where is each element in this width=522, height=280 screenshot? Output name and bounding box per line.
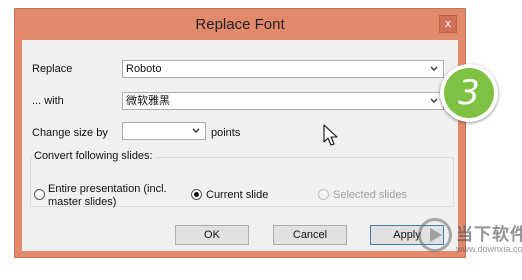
screenshot-stage: Replace Font x Replace Roboto ... with 微… xyxy=(0,0,522,280)
with-font-value: 微软雅黑 xyxy=(126,95,170,107)
replace-font-dialog: Replace Font x Replace Roboto ... with 微… xyxy=(14,8,466,258)
entire-presentation-label-line2: master slides) xyxy=(48,196,117,208)
change-size-label: Change size by xyxy=(32,127,108,139)
step-number: 3 xyxy=(444,68,494,118)
chevron-down-icon xyxy=(430,66,438,71)
entire-presentation-radio[interactable] xyxy=(34,189,45,200)
selected-slides-label: Selected slides xyxy=(333,189,407,201)
replace-font-select[interactable]: Roboto xyxy=(122,60,444,78)
selected-slides-radio[interactable] xyxy=(318,189,329,200)
watermark-url: www.downxia.com xyxy=(456,244,522,254)
site-watermark: 当下软件园 www.downxia.com xyxy=(418,214,522,264)
points-label: points xyxy=(211,127,241,139)
play-circle-icon xyxy=(418,218,452,252)
close-icon: x xyxy=(444,17,452,30)
chevron-down-icon xyxy=(430,98,438,103)
watermark-text: 当下软件园 xyxy=(456,225,522,244)
mouse-pointer-icon xyxy=(323,124,338,146)
current-slide-radio[interactable] xyxy=(191,189,202,200)
chevron-down-icon xyxy=(192,128,200,133)
cancel-button[interactable]: Cancel xyxy=(273,225,347,245)
size-change-select[interactable] xyxy=(122,122,206,140)
ok-button[interactable]: OK xyxy=(175,225,249,245)
replace-font-value: Roboto xyxy=(126,63,162,75)
close-button[interactable]: x xyxy=(439,15,457,33)
with-font-select[interactable]: 微软雅黑 xyxy=(122,92,444,110)
dialog-title: Replace Font xyxy=(195,16,285,33)
with-label: ... with xyxy=(32,95,64,107)
step-number-badge: 3 xyxy=(440,64,498,122)
entire-presentation-label-line1: Entire presentation (incl. xyxy=(48,183,167,195)
entire-presentation-label[interactable]: Entire presentation (incl. master slides… xyxy=(48,183,167,209)
convert-slides-group-title: Convert following slides: xyxy=(32,150,155,162)
dialog-client-area: Replace Roboto ... with 微软雅黑 Change size… xyxy=(22,40,458,251)
current-slide-label[interactable]: Current slide xyxy=(206,189,268,201)
replace-label: Replace xyxy=(32,63,73,75)
title-bar[interactable]: Replace Font x xyxy=(15,9,465,40)
